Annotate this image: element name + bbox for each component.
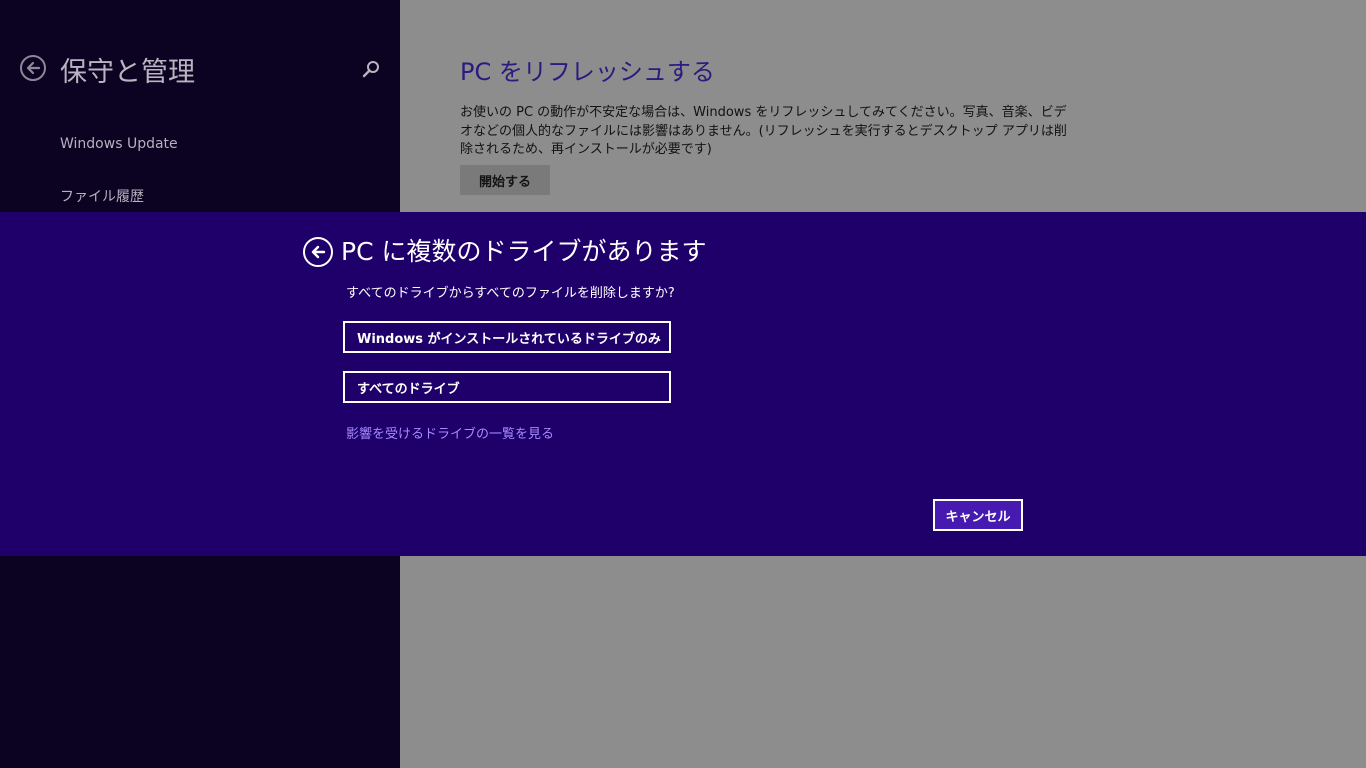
screen: 保守と管理 Windows Update ファイル履歴 PC をリフレッシュする… xyxy=(0,0,1366,768)
all-drives-button[interactable]: すべてのドライブ xyxy=(343,371,671,403)
back-arrow-icon[interactable] xyxy=(20,55,46,81)
start-button[interactable]: 開始する xyxy=(460,165,550,195)
affected-drives-link[interactable]: 影響を受けるドライブの一覧を見る xyxy=(346,423,554,442)
section-description: お使いの PC の動作が不安定な場合は、Windows をリフレッシュしてみてく… xyxy=(460,105,1067,157)
dialog-question: すべてのドライブからすべてのファイルを削除しますか? xyxy=(346,286,675,301)
sidebar-item-file-history[interactable]: ファイル履歴 xyxy=(60,186,144,206)
dialog-title: PC に複数のドライブがあります xyxy=(341,237,707,266)
search-icon[interactable] xyxy=(360,58,382,80)
sidebar-item-windows-update[interactable]: Windows Update xyxy=(60,136,178,152)
back-arrow-icon[interactable] xyxy=(303,237,333,267)
sidebar-title: 保守と管理 xyxy=(60,57,195,88)
windows-drive-only-button[interactable]: Windows がインストールされているドライブのみ xyxy=(343,321,671,353)
cancel-button[interactable]: キャンセル xyxy=(933,499,1023,531)
section-title: PC をリフレッシュする xyxy=(460,58,715,86)
multiple-drives-dialog: PC に複数のドライブがあります すべてのドライブからすべてのファイルを削除しま… xyxy=(0,212,1366,556)
